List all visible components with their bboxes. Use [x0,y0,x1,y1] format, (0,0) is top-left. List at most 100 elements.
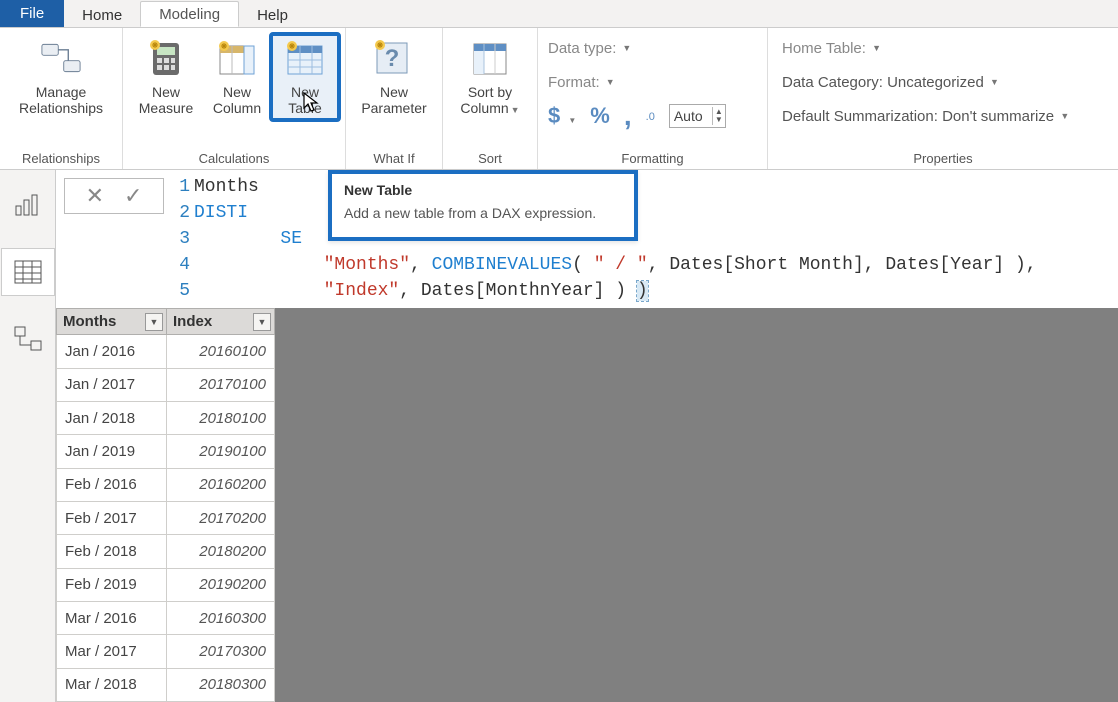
column-filter-button[interactable]: ▼ [145,313,163,331]
help-tab[interactable]: Help [239,3,306,27]
tooltip-body: Add a new table from a DAX expression. [344,204,622,223]
thousands-button[interactable]: , [624,100,632,132]
cell-months[interactable]: Feb / 2019 [57,568,167,601]
default-summarization-dropdown[interactable]: Default Summarization: Don't summarize ▼ [782,102,1069,130]
cursor-icon [303,92,321,114]
home-table-dropdown[interactable]: Home Table: ▼ [782,34,1069,62]
chevron-down-icon: ▼ [1060,111,1069,121]
data-type-dropdown[interactable]: Data type: ▼ [548,34,726,62]
chevron-down-icon: ▼ [568,116,576,125]
cancel-formula-button[interactable]: ✕ [86,183,104,209]
content-area: ✕ ✓ 1 2 3 4 5 Months DISTI SE "Months", … [56,170,1118,702]
new-table-button[interactable]: New Table [271,34,339,120]
table-row[interactable]: Feb / 201920190200 [57,568,275,601]
cell-index[interactable]: 20170200 [167,502,275,535]
new-parameter-button[interactable]: ? New Parameter [352,34,436,120]
decimals-spinner[interactable]: ▲▼ [669,104,726,128]
new-column-label2: Column [213,100,261,116]
cell-months[interactable]: Jan / 2019 [57,435,167,468]
chevron-down-icon: ▼ [990,77,999,87]
cell-months[interactable]: Jan / 2017 [57,368,167,401]
cell-index[interactable]: 20190100 [167,435,275,468]
cell-months[interactable]: Mar / 2016 [57,601,167,634]
table-row[interactable]: Feb / 201720170200 [57,502,275,535]
table-row[interactable]: Feb / 201820180200 [57,535,275,568]
svg-text:?: ? [385,45,400,72]
group-whatif-label: What If [346,148,442,169]
cell-months[interactable]: Jan / 2018 [57,402,167,435]
cell-index[interactable]: 20170100 [167,368,275,401]
workspace: ✕ ✓ 1 2 3 4 5 Months DISTI SE "Months", … [0,170,1118,702]
cell-months[interactable]: Mar / 2018 [57,668,167,701]
model-view-button[interactable] [13,326,43,352]
measure-icon [146,38,186,78]
table-row[interactable]: Mar / 201820180300 [57,668,275,701]
report-view-button[interactable] [13,192,43,218]
spinner-arrows-icon[interactable]: ▲▼ [712,107,725,125]
data-grid[interactable]: Months ▼ Index ▼ Jan / 201620160100Jan /… [56,308,275,702]
table-row[interactable]: Jan / 201920190100 [57,435,275,468]
chevron-down-icon: ▼ [511,105,520,115]
group-properties-label: Properties [768,148,1118,169]
home-tab[interactable]: Home [64,3,140,27]
view-rail [0,170,56,702]
cell-index[interactable]: 20160100 [167,335,275,368]
group-relationships-label: Relationships [0,148,122,169]
chevron-down-icon: ▼ [606,77,615,87]
cell-months[interactable]: Feb / 2018 [57,535,167,568]
sort-by-label1: Sort by [468,84,512,100]
dax-editor[interactable]: 1 2 3 4 5 Months DISTI SE "Months", COMB… [172,170,1118,308]
formula-confirm-cancel: ✕ ✓ [64,178,164,214]
line-number: 1 [172,174,190,200]
data-category-dropdown[interactable]: Data Category: Uncategorized ▼ [782,68,1069,96]
line-number: 5 [172,278,190,304]
file-tab[interactable]: File [0,0,64,27]
currency-button[interactable]: $ ▼ [548,103,576,129]
decimals-input[interactable] [670,106,712,126]
table-row[interactable]: Mar / 201620160300 [57,601,275,634]
column-header-index[interactable]: Index ▼ [167,309,275,335]
cell-index[interactable]: 20160300 [167,601,275,634]
new-column-label1: New [223,84,251,100]
line-number: 3 [172,226,190,252]
new-table-tooltip: New Table Add a new table from a DAX exp… [328,170,638,241]
relationships-icon [41,38,81,78]
new-measure-button[interactable]: New Measure [129,34,203,120]
format-dropdown[interactable]: Format: ▼ [548,68,726,96]
cell-index[interactable]: 20180200 [167,535,275,568]
group-sort: Sort by Column▼ Sort [443,28,538,169]
group-sort-label: Sort [443,148,537,169]
cell-index[interactable]: 20190200 [167,568,275,601]
cell-index[interactable]: 20180300 [167,668,275,701]
line-number: 2 [172,200,190,226]
accept-formula-button[interactable]: ✓ [124,183,142,209]
percent-button[interactable]: % [590,103,610,129]
menu-tabs: File Home Modeling Help [0,0,1118,28]
data-view-button[interactable] [1,248,55,296]
table-row[interactable]: Jan / 201720170100 [57,368,275,401]
column-filter-button[interactable]: ▼ [253,313,271,331]
cell-index[interactable]: 20170300 [167,635,275,668]
column-header-months[interactable]: Months ▼ [57,309,167,335]
sort-icon [470,38,510,78]
table-row[interactable]: Feb / 201620160200 [57,468,275,501]
sort-by-column-button[interactable]: Sort by Column▼ [449,34,531,120]
new-column-button[interactable]: New Column [203,34,271,120]
cell-months[interactable]: Jan / 2016 [57,335,167,368]
table-row[interactable]: Jan / 201820180100 [57,402,275,435]
manage-relationships-button[interactable]: Manage Relationships [6,34,116,120]
cell-index[interactable]: 20180100 [167,402,275,435]
column-icon [217,38,257,78]
table-row[interactable]: Mar / 201720170300 [57,635,275,668]
formula-bar: ✕ ✓ 1 2 3 4 5 Months DISTI SE "Months", … [56,170,1118,308]
cell-index[interactable]: 20160200 [167,468,275,501]
sort-by-label2: Column▼ [460,100,519,116]
table-row[interactable]: Jan / 201620160100 [57,335,275,368]
new-parameter-label1: New [380,84,408,100]
cell-months[interactable]: Feb / 2016 [57,468,167,501]
modeling-tab[interactable]: Modeling [140,1,239,27]
cell-months[interactable]: Mar / 2017 [57,635,167,668]
cell-months[interactable]: Feb / 2017 [57,502,167,535]
data-grid-area: Months ▼ Index ▼ Jan / 201620160100Jan /… [56,308,1118,702]
group-whatif: ? New Parameter What If [346,28,443,169]
